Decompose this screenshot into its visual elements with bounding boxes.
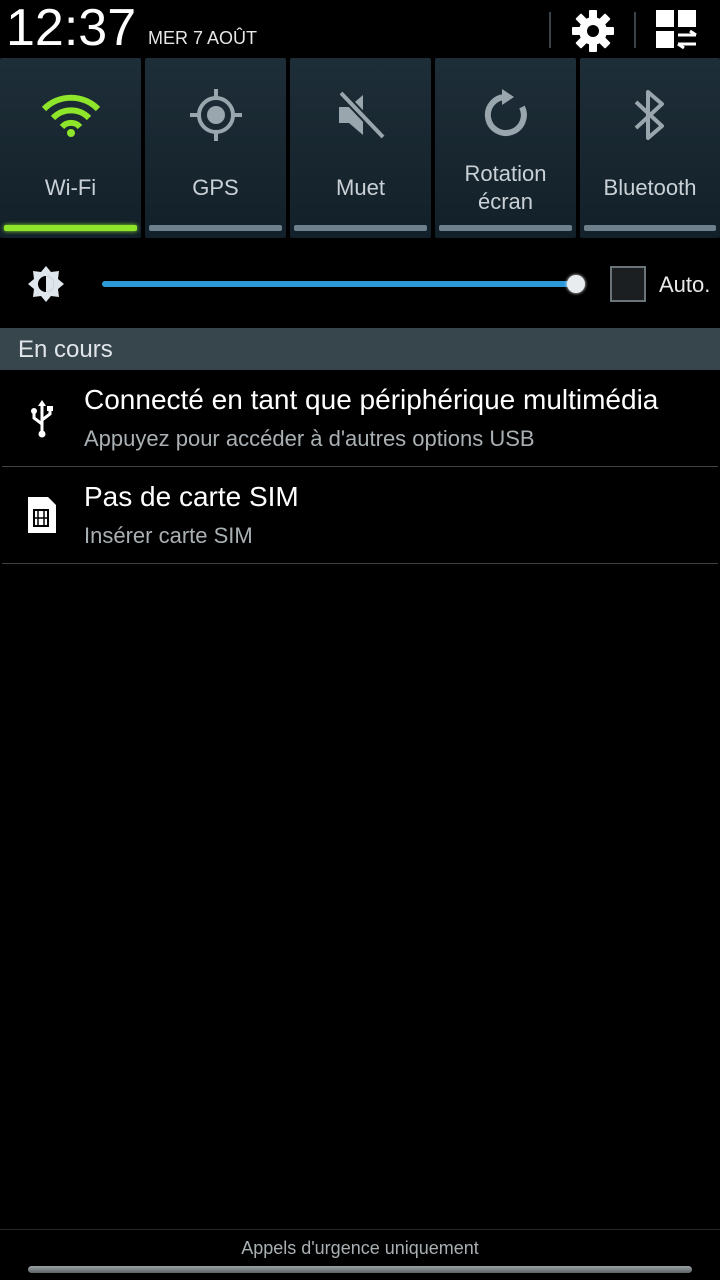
- header-divider: [634, 12, 636, 48]
- notification-subtitle: Insérer carte SIM: [84, 523, 253, 548]
- date-label: MER 7 AOÛT: [148, 28, 258, 48]
- gear-icon[interactable]: [570, 8, 616, 54]
- status-header: 12:37 MER 7 AOÛT: [0, 0, 720, 58]
- drag-handle[interactable]: [28, 1266, 692, 1273]
- notification-title: Connecté en tant que périphérique multim…: [84, 384, 659, 415]
- header-divider: [549, 12, 551, 48]
- notification-title: Pas de carte SIM: [84, 481, 299, 512]
- brightness-slider-thumb[interactable]: [566, 275, 585, 293]
- toggle-indicator: [584, 225, 716, 231]
- notification-shade: 12:37 MER 7 AOÛT Wi-Fi GPS Muet Rotation…: [0, 0, 720, 1280]
- sim-card-icon: [22, 495, 62, 535]
- brightness-slider-fill: [102, 281, 576, 287]
- notification-subtitle: Appuyez pour accéder à d'autres options …: [84, 426, 535, 451]
- carrier-label: Appels d'urgence uniquement: [241, 1238, 479, 1258]
- gps-icon: [145, 82, 286, 148]
- toggle-indicator: [4, 225, 137, 231]
- toggle-gps[interactable]: GPS: [145, 58, 286, 238]
- auto-brightness-checkbox[interactable]: [610, 266, 646, 302]
- toggle-label: Wi-Fi: [44, 175, 97, 200]
- toggle-label: GPS: [192, 175, 239, 200]
- brightness-slider[interactable]: [102, 281, 578, 287]
- section-title: En cours: [18, 336, 113, 363]
- notification-usb[interactable]: Connecté en tant que périphérique multim…: [0, 370, 720, 466]
- mute-icon: [290, 82, 431, 148]
- notification-sim[interactable]: Pas de carte SIM Insérer carte SIM: [0, 467, 720, 563]
- toggle-label: écran: [477, 189, 534, 214]
- bluetooth-icon: [580, 82, 720, 148]
- brightness-row: Auto.: [0, 240, 720, 328]
- brightness-icon[interactable]: [26, 264, 66, 304]
- toggle-mute[interactable]: Muet: [290, 58, 431, 238]
- toggle-label: Muet: [336, 175, 385, 200]
- rotation-icon: [435, 82, 576, 148]
- toggle-label: Rotation: [464, 161, 547, 186]
- toggle-label: Bluetooth: [603, 175, 697, 200]
- toggle-indicator: [294, 225, 427, 231]
- toggle-indicator: [149, 225, 282, 231]
- auto-brightness-label[interactable]: Auto.: [659, 272, 710, 298]
- clock: 12:37: [6, 0, 137, 57]
- toggle-bluetooth[interactable]: Bluetooth: [580, 58, 720, 238]
- quick-settings-grid-icon[interactable]: [656, 10, 698, 50]
- list-divider: [2, 563, 718, 564]
- usb-icon: [22, 398, 62, 438]
- ongoing-section-header: En cours: [0, 328, 720, 370]
- quick-toggles: Wi-Fi GPS Muet Rotation écran Bluetooth: [0, 58, 720, 240]
- wifi-icon: [0, 82, 141, 148]
- toggle-rotation[interactable]: Rotation écran: [435, 58, 576, 238]
- toggle-indicator: [439, 225, 572, 231]
- footer-divider: [0, 1229, 720, 1230]
- toggle-wifi[interactable]: Wi-Fi: [0, 58, 141, 238]
